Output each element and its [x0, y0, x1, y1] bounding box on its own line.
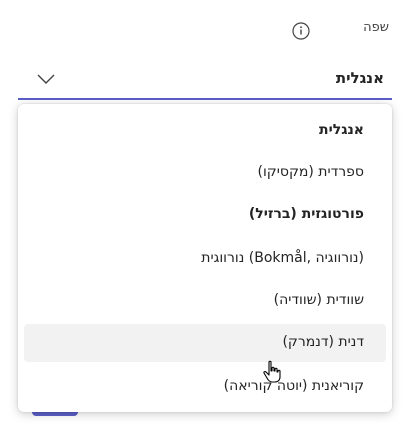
language-option[interactable]: שוודית (שוודיה) — [24, 282, 386, 320]
hand-pointer-icon — [263, 360, 281, 383]
language-option[interactable]: נורווגית (Bokmål, נורווגיה) — [24, 240, 386, 278]
language-option-label: פורטוגזית (ברזיל) — [248, 206, 364, 222]
language-dropdown-list: אנגלית ספרדית (מקסיקו) פורטוגזית (ברזיל)… — [18, 104, 392, 412]
language-option-label: קוריאנית (יוטה קוריאה) — [223, 378, 364, 394]
language-select-value: אנגלית — [335, 69, 384, 87]
language-option-label: אנגלית — [319, 122, 364, 138]
language-option[interactable]: ספרדית (מקסיקו) — [24, 154, 386, 192]
language-option-label: שוודית (שוודיה) — [273, 292, 364, 308]
language-select[interactable]: אנגלית — [18, 58, 392, 100]
language-option-label: דנית (דנמרק) — [282, 334, 364, 350]
language-option[interactable]: אנגלית — [24, 112, 386, 150]
language-option[interactable]: דנית (דנמרק) — [24, 324, 386, 362]
language-option-label: נורווגית (Bokmål, נורווגיה) — [201, 250, 364, 266]
language-option-label: ספרדית (מקסיקו) — [257, 164, 364, 180]
info-icon[interactable] — [292, 22, 310, 40]
chevron-down-icon — [37, 74, 55, 84]
language-option[interactable]: פורטוגזית (ברזיל) — [24, 196, 386, 234]
language-option[interactable]: קוריאנית (יוטה קוריאה) — [24, 368, 386, 406]
field-label: שפה — [363, 20, 389, 35]
